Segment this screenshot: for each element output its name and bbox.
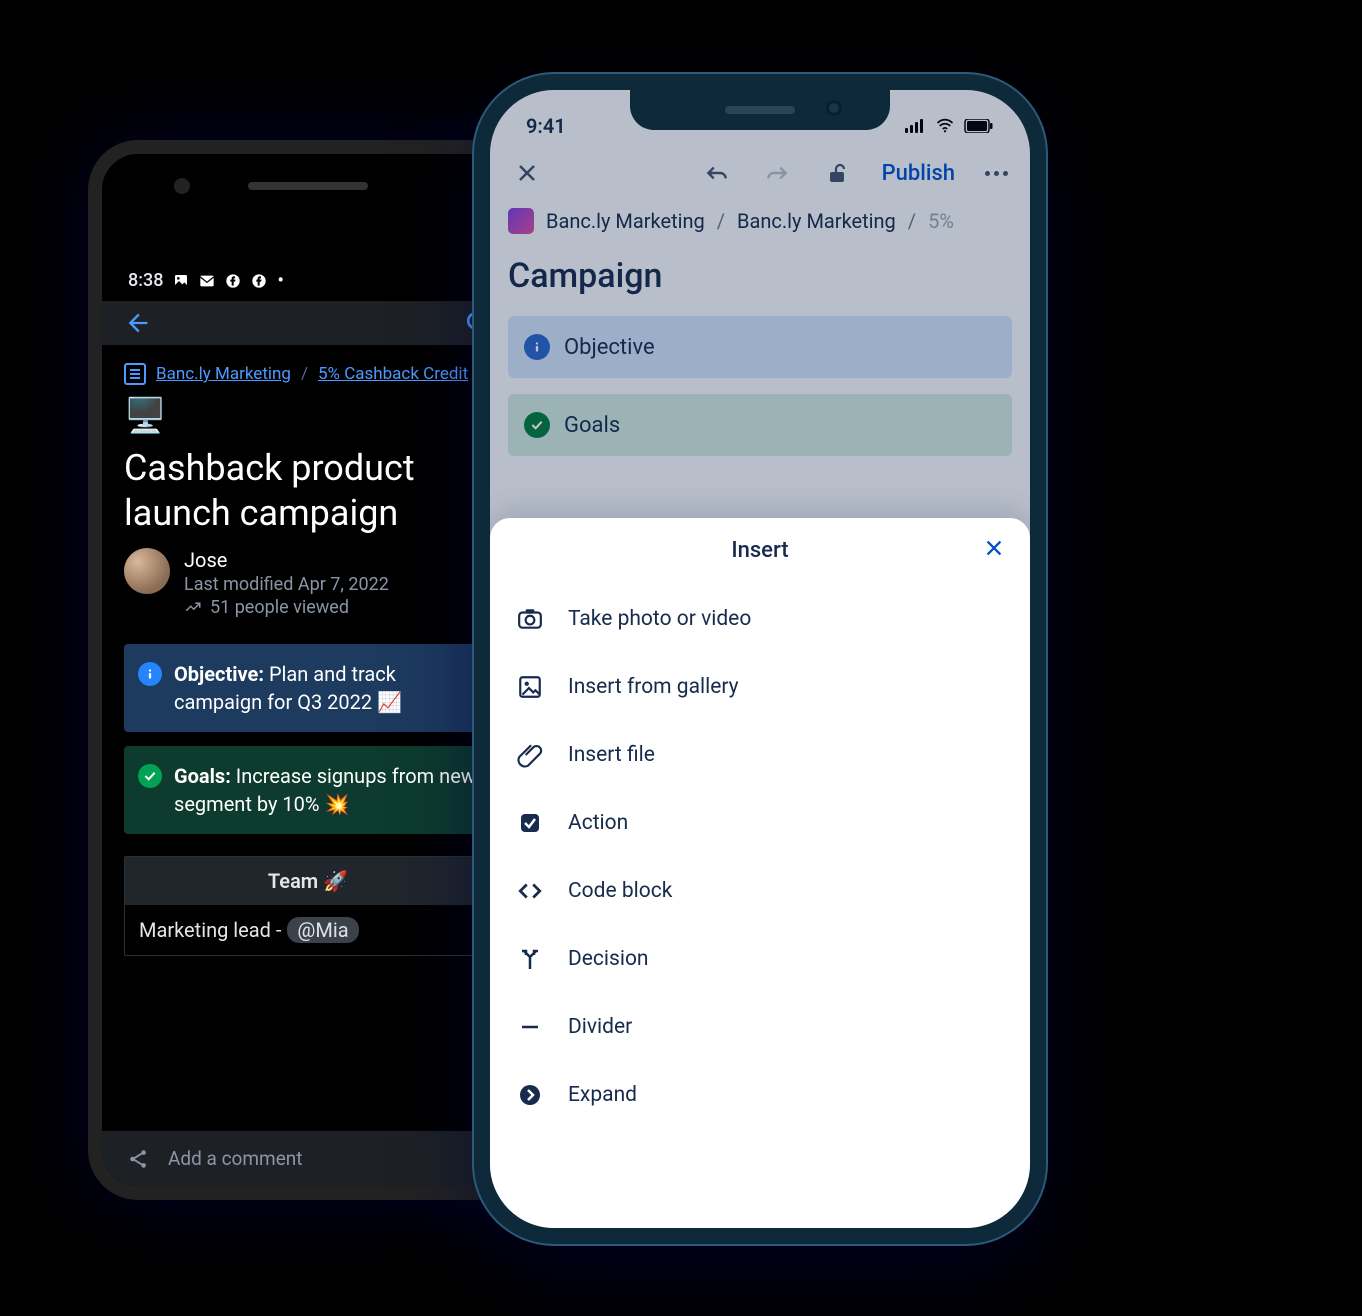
item-label: Code block [568, 879, 672, 903]
document-icon [124, 363, 146, 385]
decision-icon [516, 945, 544, 973]
iphone-frame: 9:41 [474, 74, 1046, 1244]
image-icon [516, 673, 544, 701]
sheet-list: Take photo or video Insert from gallery … [490, 577, 1030, 1137]
goals-label: Goals: [174, 764, 231, 788]
item-label: Insert file [568, 743, 655, 767]
more-dot-icon: • [277, 270, 283, 291]
minus-icon [516, 1013, 544, 1041]
facebook-icon [251, 273, 267, 289]
team-header: Team 🚀 [125, 857, 491, 905]
team-row: Marketing lead - @Mia [125, 905, 491, 955]
iphone-notch [630, 90, 890, 130]
share-icon[interactable] [128, 1148, 150, 1170]
author-name[interactable]: Jose [184, 548, 389, 572]
team-table: Team 🚀 Marketing lead - @Mia [124, 856, 492, 956]
breadcrumb-space[interactable]: Banc.ly Marketing [156, 364, 291, 384]
android-screen: 8:38 • Banc.ly Market [102, 262, 514, 1186]
checkbox-icon [516, 809, 544, 837]
comment-input[interactable]: Add a comment [168, 1147, 302, 1170]
android-phone-frame: 8:38 • Banc.ly Market [88, 140, 528, 1200]
page-title: 🖥️ Cashback product launch campaign [102, 389, 514, 544]
objective-panel: Objective: Plan and track campaign for Q… [124, 644, 492, 732]
sheet-title: Insert [490, 518, 1030, 577]
insert-decision[interactable]: Decision [490, 925, 1030, 993]
camera-icon [516, 605, 544, 633]
android-appbar [102, 301, 514, 345]
android-speaker [248, 182, 368, 190]
insert-divider[interactable]: Divider [490, 993, 1030, 1061]
breadcrumb-page[interactable]: 5% Cashback Credit [318, 364, 468, 384]
facebook-icon [225, 273, 241, 289]
view-count[interactable]: 51 people viewed [184, 597, 389, 618]
desktop-icon: 🖥️ [124, 395, 166, 438]
avatar[interactable] [124, 548, 170, 594]
android-statusbar: 8:38 • [102, 262, 514, 301]
insert-take-photo[interactable]: Take photo or video [490, 585, 1030, 653]
check-circle-icon [138, 764, 162, 788]
insert-file[interactable]: Insert file [490, 721, 1030, 789]
code-icon [516, 877, 544, 905]
item-label: Action [568, 811, 628, 835]
mention-chip[interactable]: @Mia [287, 917, 358, 943]
team-role: Marketing lead - [139, 918, 281, 942]
item-label: Expand [568, 1083, 637, 1107]
objective-label: Objective: [174, 662, 264, 686]
android-camera [174, 178, 190, 194]
close-icon[interactable] [980, 534, 1008, 562]
insert-action[interactable]: Action [490, 789, 1030, 857]
status-time: 8:38 [128, 270, 163, 291]
breadcrumb: Banc.ly Marketing / 5% Cashback Credit [102, 345, 514, 389]
attachment-icon [516, 741, 544, 769]
item-label: Take photo or video [568, 607, 751, 631]
page-title-text: Cashback product launch campaign [124, 446, 492, 536]
iphone-screen: 9:41 [490, 90, 1030, 1228]
picture-icon [173, 273, 189, 289]
item-label: Insert from gallery [568, 675, 739, 699]
insert-code-block[interactable]: Code block [490, 857, 1030, 925]
gmail-icon [199, 273, 215, 289]
goals-panel: Goals: Increase signups from new segment… [124, 746, 492, 834]
insert-from-gallery[interactable]: Insert from gallery [490, 653, 1030, 721]
item-label: Decision [568, 947, 649, 971]
info-icon [138, 662, 162, 686]
comment-bar: Add a comment [102, 1131, 514, 1186]
last-modified: Last modified Apr 7, 2022 [184, 574, 389, 595]
item-label: Divider [568, 1015, 632, 1039]
chevron-circle-icon [516, 1081, 544, 1109]
breadcrumb-sep: / [301, 364, 308, 384]
author-block: Jose Last modified Apr 7, 2022 51 people… [102, 544, 514, 644]
back-icon[interactable] [124, 309, 152, 337]
insert-sheet: Insert Take photo or video Insert from g [490, 518, 1030, 1228]
insert-expand[interactable]: Expand [490, 1061, 1030, 1129]
